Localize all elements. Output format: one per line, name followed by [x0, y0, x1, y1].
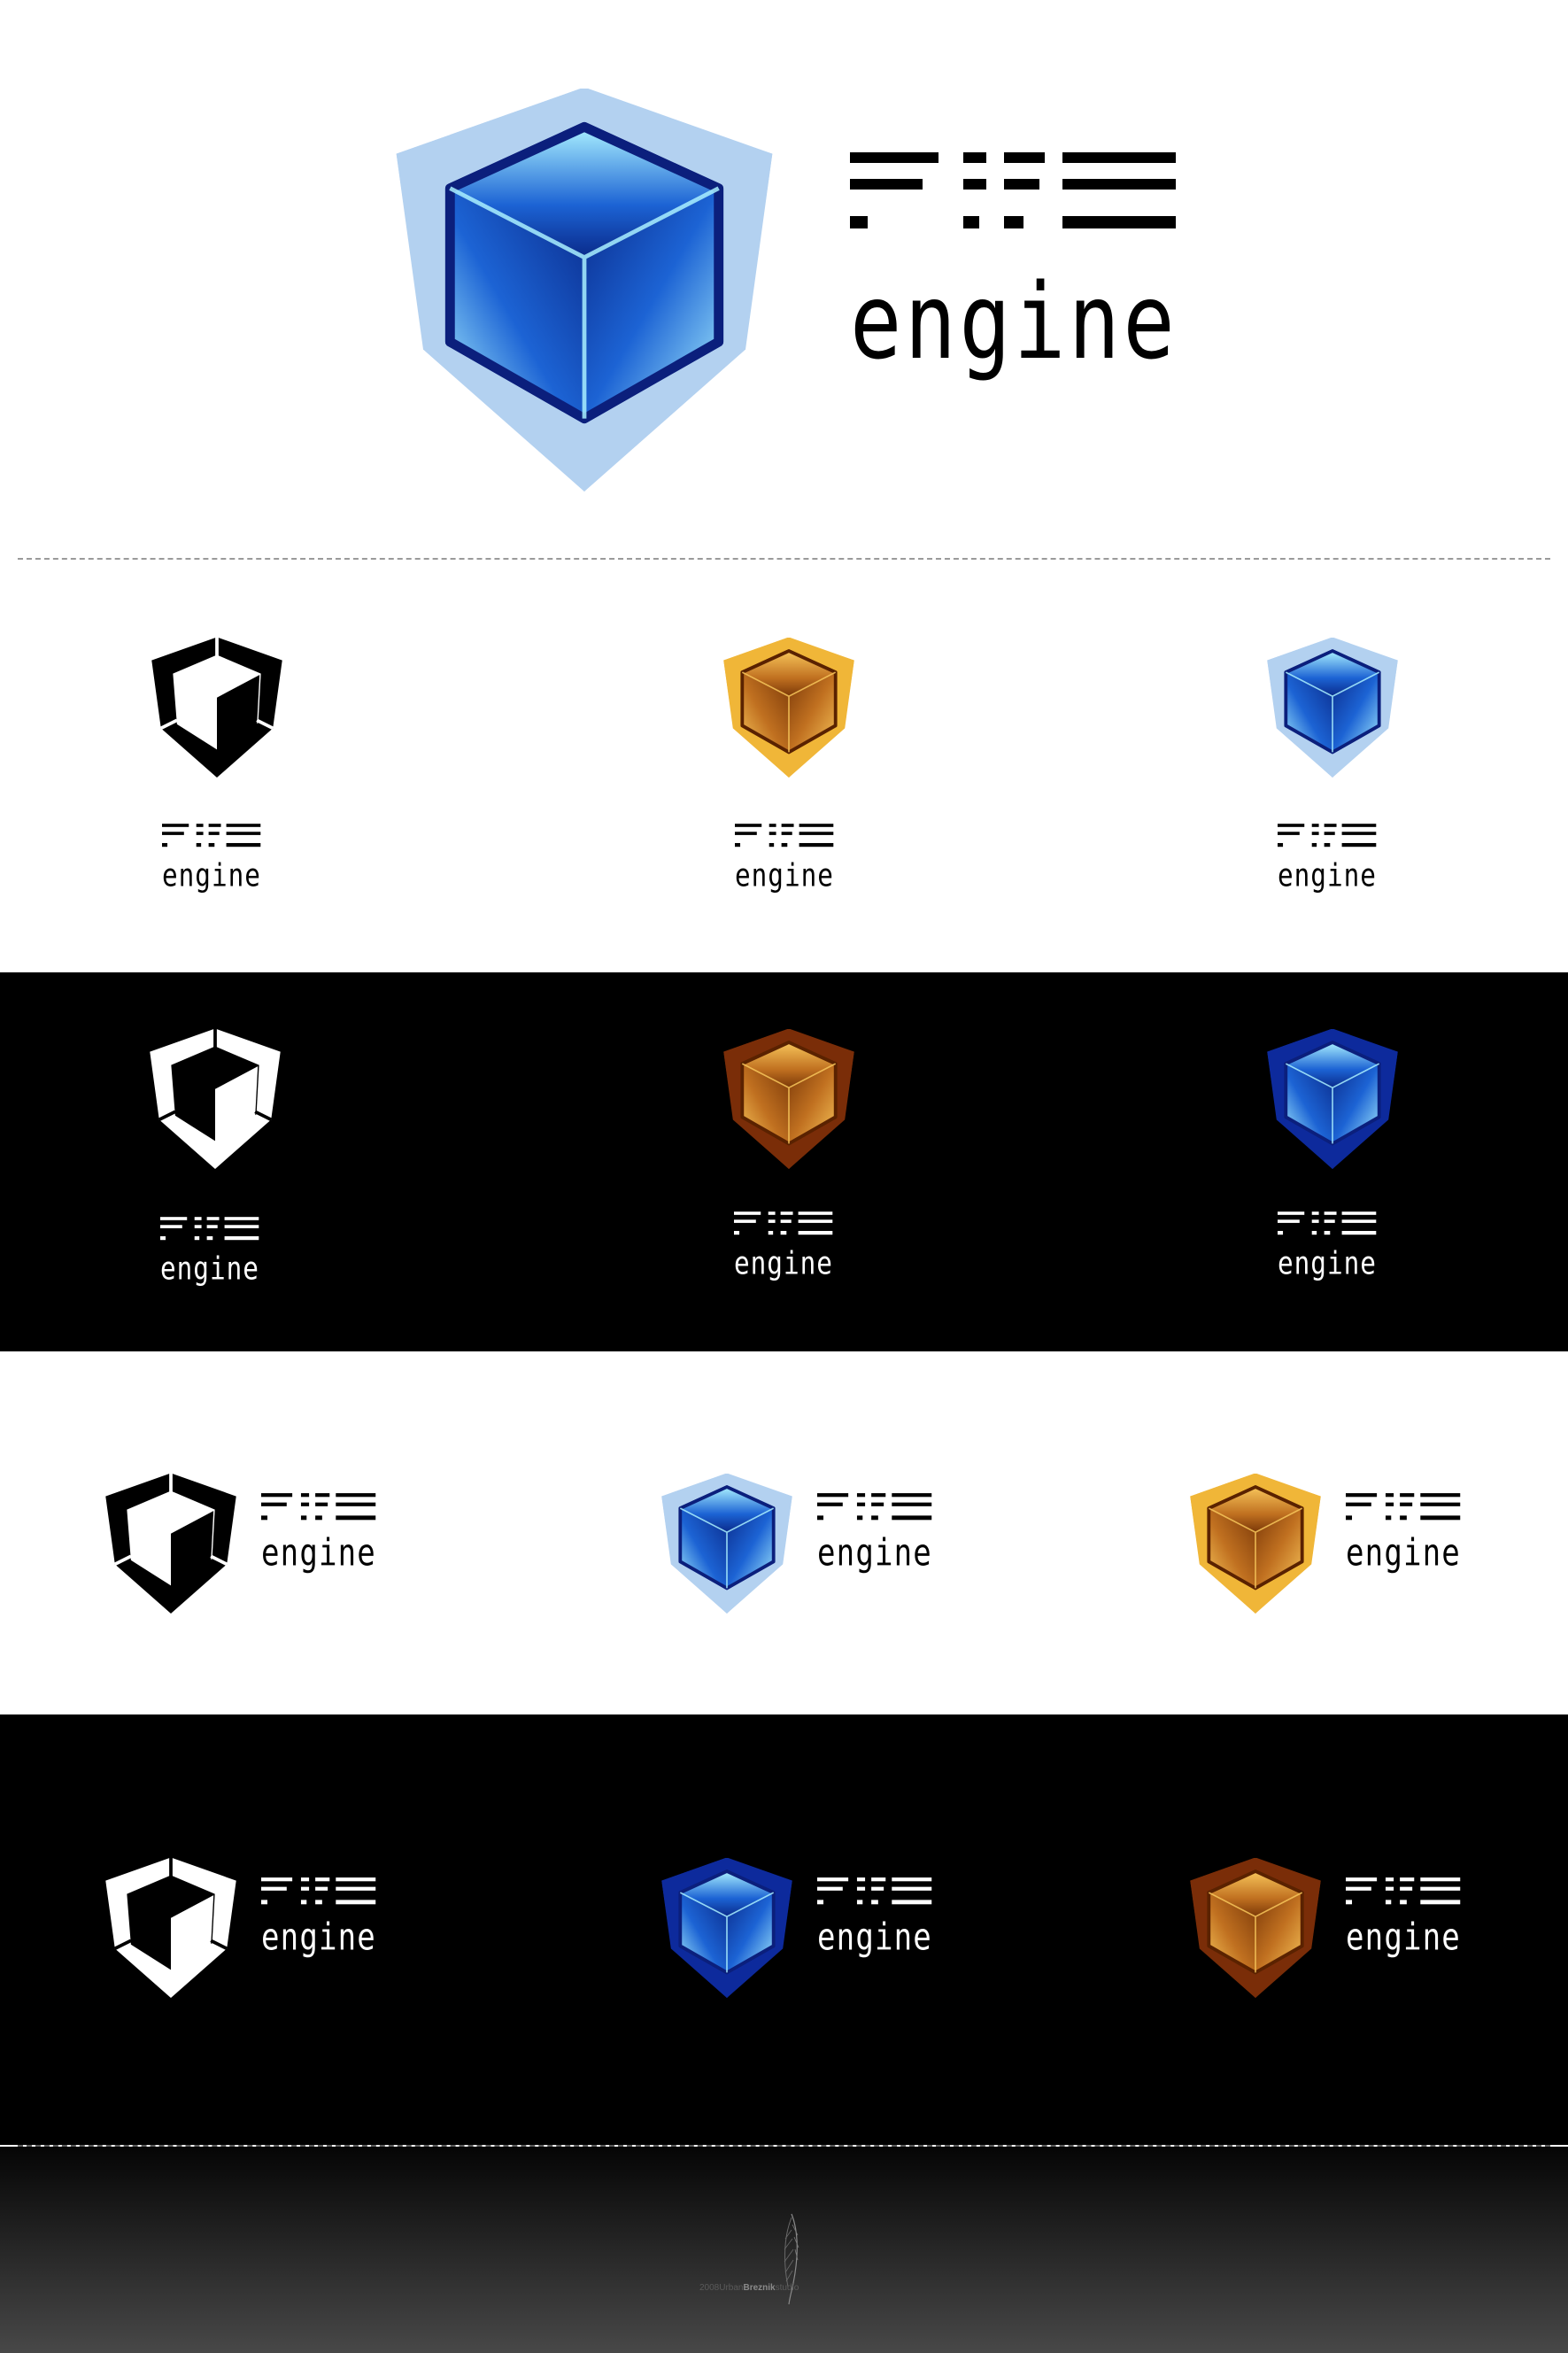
logo-mono-black-h — [103, 1474, 239, 1614]
svg-text:engine: engine — [162, 857, 261, 894]
wordmark-mono-white: engine — [160, 1217, 270, 1287]
fife-wordmark-graphic: engine — [817, 1877, 932, 1959]
footer: 2008UrbanBreznikstudio — [0, 2147, 1568, 2353]
svg-text:engine: engine — [261, 1532, 376, 1575]
logo-gold-h — [1187, 1474, 1324, 1614]
logo-blue-dark — [1264, 1029, 1401, 1169]
stacked-light-row: engine engine engine — [0, 567, 1568, 972]
wordmark-blue-dark-h: engine — [817, 1877, 945, 1959]
designer-watermark: 2008UrbanBreznikstudio — [699, 2283, 799, 2293]
logo-mono-white — [147, 1029, 283, 1169]
hero-logo-emblem — [390, 89, 779, 491]
fife-wordmark-graphic: engine — [734, 1211, 833, 1281]
svg-text:engine: engine — [1278, 857, 1377, 894]
hero-wordmark: engine — [850, 152, 1213, 383]
logo-blue — [1264, 638, 1401, 778]
fife-wordmark-graphic: engine — [261, 1493, 376, 1575]
fife-wordmark-graphic: engine — [850, 152, 1176, 383]
fife-wordmark-graphic: engine — [817, 1493, 932, 1575]
wordmark-mono-white-h: engine — [261, 1877, 389, 1959]
wordmark-blue-variant: engine — [1278, 824, 1387, 894]
feather-icon — [781, 2212, 800, 2310]
hero-section: engine — [0, 0, 1568, 556]
wordmark-mono-black-h: engine — [261, 1493, 389, 1575]
svg-text:engine: engine — [160, 1250, 259, 1287]
svg-text:engine: engine — [735, 857, 834, 894]
wordmark-gold-dark-h: engine — [1346, 1877, 1473, 1959]
wordmark-blue-h: engine — [817, 1493, 945, 1575]
horizontal-light-row: engine engine engine — [0, 1351, 1568, 1714]
svg-text:engine: engine — [817, 1532, 932, 1575]
stacked-dark-row: engine engine engine — [0, 972, 1568, 1351]
wordmark-blue-dark-variant: engine — [1278, 1211, 1387, 1281]
logo-blue-h — [659, 1474, 795, 1614]
logo-gold-dark-h — [1187, 1858, 1324, 1998]
fife-wordmark-graphic: engine — [1278, 1211, 1377, 1281]
logo-gold-dark — [721, 1029, 857, 1169]
fife-wordmark-graphic: engine — [261, 1877, 376, 1959]
logo-mono-white-h — [103, 1858, 239, 1998]
divider-top — [18, 558, 1550, 560]
fife-wordmark-graphic: engine — [1346, 1493, 1461, 1575]
svg-text:engine: engine — [261, 1916, 376, 1959]
fife-wordmark-graphic: engine — [160, 1217, 259, 1287]
fife-wordmark-graphic: engine — [735, 824, 834, 894]
svg-text:engine: engine — [1346, 1532, 1461, 1575]
fife-wordmark-graphic: engine — [162, 824, 261, 894]
logo-mono-black — [149, 638, 285, 778]
wordmark-gold-variant: engine — [735, 824, 845, 894]
wordmark-mono-black: engine — [162, 824, 272, 894]
logo-gold — [721, 638, 857, 778]
svg-text:engine: engine — [817, 1916, 932, 1959]
svg-text:engine: engine — [1278, 1245, 1377, 1281]
fife-wordmark-graphic: engine — [1278, 824, 1377, 894]
logo-blue-dark-h — [659, 1858, 795, 1998]
wordmark-gold-h: engine — [1346, 1493, 1473, 1575]
svg-text:engine: engine — [850, 260, 1178, 383]
svg-text:engine: engine — [1346, 1916, 1461, 1959]
svg-text:engine: engine — [734, 1245, 833, 1281]
fife-wordmark-graphic: engine — [1346, 1877, 1461, 1959]
wordmark-gold-dark-variant: engine — [734, 1211, 844, 1281]
horizontal-dark-row: engine engine engine — [0, 1714, 1568, 2145]
